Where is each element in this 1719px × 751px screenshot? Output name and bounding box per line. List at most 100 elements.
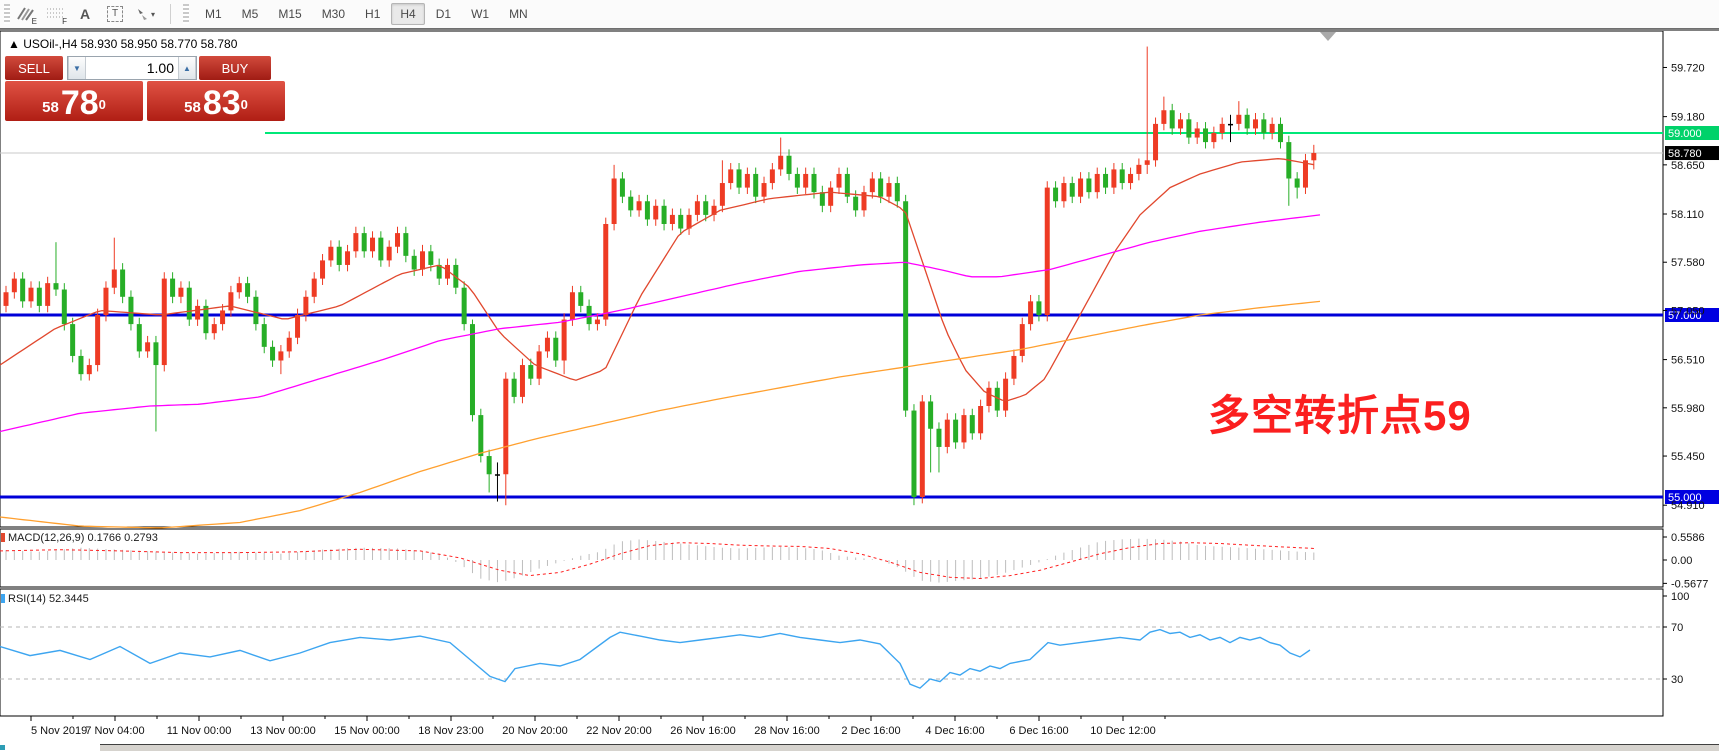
x-tick-label: 13 Nov 00:00 (250, 725, 315, 737)
sell-price-figure: 58 (42, 99, 59, 116)
candle-body (911, 411, 916, 497)
one-click-trade-panel: SELL ▼ ▲ BUY 58 780 58 830 (5, 56, 288, 121)
buy-price-tile[interactable]: 58 830 (147, 81, 285, 121)
x-tick-label: 6 Dec 16:00 (1009, 725, 1068, 737)
buy-button[interactable]: BUY (199, 56, 271, 80)
y-tick-label: 57.050 (1671, 305, 1705, 317)
candle-body (253, 297, 258, 324)
candle-body (78, 356, 83, 374)
volume-increase-button[interactable]: ▲ (178, 57, 196, 79)
symbol-ohlc-text: USOil-,H4 58.930 58.950 58.770 58.780 (23, 37, 237, 51)
candle-body (1045, 188, 1050, 315)
x-tick-label: 2 Dec 16:00 (841, 725, 900, 737)
candle-body (853, 197, 858, 211)
candle-body (770, 169, 775, 183)
macd-tick-label: 0.5586 (1671, 532, 1705, 544)
candle-body (1003, 379, 1008, 411)
candle-body (1061, 183, 1066, 201)
candle-body (1095, 174, 1100, 192)
candle-body (1195, 128, 1200, 137)
candle-body (303, 297, 308, 315)
candle-body (1186, 119, 1191, 137)
candle-body (1078, 179, 1083, 197)
candle-body (787, 156, 792, 174)
candle-body (1128, 174, 1133, 183)
candle-body (337, 247, 342, 265)
candle-body (270, 347, 275, 361)
candle-body (645, 201, 650, 219)
candle-body (212, 324, 217, 333)
chart-text-annotation[interactable]: 多空转折点59 (1208, 382, 1472, 443)
candle-body (178, 288, 183, 297)
candle-body (637, 201, 642, 210)
candle-body (695, 201, 700, 215)
candle-body (370, 238, 375, 252)
y-tick-label: 58.110 (1671, 209, 1704, 221)
rsi-handle-icon[interactable] (1, 594, 5, 603)
x-tick-label: 5 Nov 2019 (31, 725, 87, 737)
candle-body (362, 233, 367, 251)
mt4-usoil-chart-window: { "toolbar": { "icons": [ {"name":"crayo… (0, 0, 1719, 750)
candle-body (478, 415, 483, 456)
candle-body (245, 283, 250, 297)
candle-body (353, 233, 358, 251)
macd-label: MACD(12,26,9) 0.1766 0.2793 (8, 532, 158, 544)
candle-body (112, 270, 117, 288)
candle-body (1036, 301, 1041, 315)
rsi-tick-label: 100 (1671, 591, 1689, 603)
candle-body (153, 342, 158, 365)
sell-price-tile[interactable]: 58 780 (5, 81, 143, 121)
collapse-triangle-icon[interactable]: ▲ (8, 37, 20, 51)
hline-chip-text: 58.780 (1668, 148, 1702, 160)
time-axis[interactable]: 5 Nov 20197 Nov 04:0011 Nov 00:0013 Nov … (31, 716, 1165, 737)
volume-decrease-button[interactable]: ▼ (68, 57, 86, 79)
candle-body (120, 270, 125, 297)
candle-body (1161, 110, 1166, 124)
candle-body (95, 315, 100, 365)
candle-body (20, 279, 25, 302)
candle-body (228, 292, 233, 310)
candle-body (603, 224, 608, 320)
candle-body (1270, 124, 1275, 133)
candle-body (762, 183, 767, 197)
candle-body (487, 456, 492, 474)
candle-body (662, 206, 667, 224)
candle-body (1220, 124, 1225, 133)
candle-body (670, 215, 675, 224)
candle-body (403, 233, 408, 256)
candle-body (1020, 324, 1025, 356)
candle-body (170, 279, 175, 297)
x-tick-label: 10 Dec 12:00 (1090, 725, 1155, 737)
candle-body (936, 429, 941, 447)
candle-body (628, 197, 633, 211)
rsi-panel[interactable] (0, 589, 1663, 716)
candle-body (1136, 165, 1141, 174)
candle-body (428, 251, 433, 265)
candle-body (137, 324, 142, 351)
candle-body (1228, 124, 1233, 126)
volume-input[interactable] (86, 57, 178, 79)
candle-body (503, 379, 508, 475)
candle-body (720, 183, 725, 206)
macd-panel[interactable] (0, 529, 1663, 587)
candle-body (128, 297, 133, 324)
candle-body (728, 169, 733, 183)
candle-body (920, 401, 925, 497)
candle-body (820, 192, 825, 206)
candle-body (520, 365, 525, 397)
buy-price-main: 830 (203, 85, 248, 121)
candle-body (53, 283, 58, 289)
candle-body (1145, 160, 1150, 165)
candle-body (378, 238, 383, 261)
candle-body (745, 174, 750, 188)
candle-body (1011, 356, 1016, 379)
rsi-tick-label: 70 (1671, 622, 1683, 634)
candle-body (28, 288, 33, 302)
candle-body (1203, 128, 1208, 142)
x-tick-label: 18 Nov 23:00 (418, 725, 483, 737)
candle-body (470, 324, 475, 415)
candle-body (553, 338, 558, 361)
candle-body (895, 183, 900, 201)
macd-handle-icon[interactable] (1, 533, 5, 542)
sell-button[interactable]: SELL (5, 56, 63, 80)
